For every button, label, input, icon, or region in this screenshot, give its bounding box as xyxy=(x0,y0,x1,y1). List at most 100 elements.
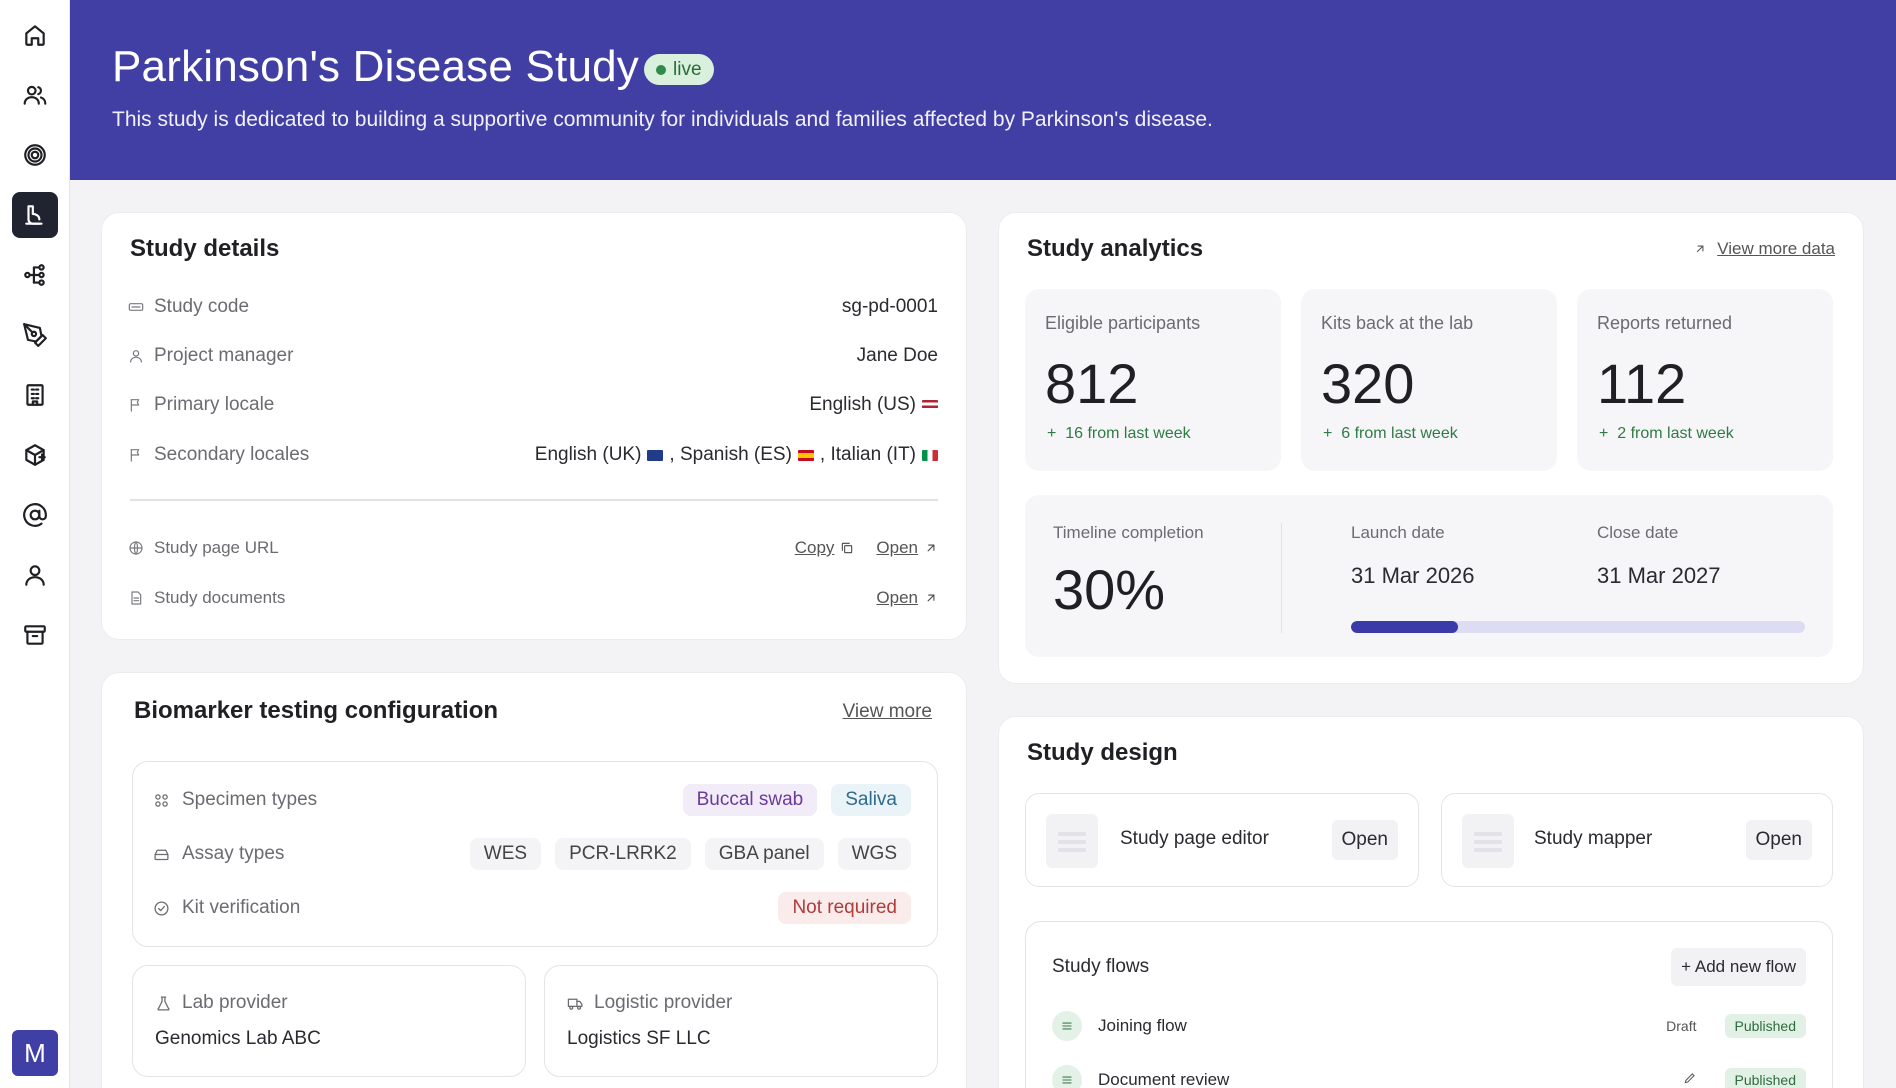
assay-types-label: Assay types xyxy=(182,843,285,864)
open-url-button[interactable]: Open xyxy=(876,538,938,558)
detail-row-study-code: Study code sg-pd-0001 xyxy=(128,292,938,322)
stat-delta: + 6 from last week xyxy=(1323,425,1458,442)
open-label: Open xyxy=(876,538,918,557)
sidebar-item-archive[interactable] xyxy=(12,612,58,658)
sidebar-item-design[interactable] xyxy=(12,312,58,358)
mapper-thumbnail-icon xyxy=(1462,814,1514,868)
biomarker-view-more-link[interactable]: View more xyxy=(843,701,932,723)
kit-verification-row: Kit verification Not required xyxy=(153,890,911,926)
close-date-label: Close date xyxy=(1597,523,1679,542)
flag-icon xyxy=(130,399,140,412)
stat-label: Reports returned xyxy=(1597,313,1733,333)
archive-icon xyxy=(24,625,46,645)
copy-icon xyxy=(842,542,853,554)
detail-label: Study page URL xyxy=(154,538,279,557)
tool-name: Study mapper xyxy=(1534,828,1653,849)
stat-card-eligible: Eligible participants 812 + 16 from last… xyxy=(1025,289,1281,471)
stat-label: Eligible participants xyxy=(1045,313,1201,333)
keyboard-icon xyxy=(128,303,144,311)
specimen-chip: Buccal swab xyxy=(682,784,818,816)
stat-label: Kits back at the lab xyxy=(1321,313,1474,333)
copy-url-button[interactable]: Copy xyxy=(795,538,855,558)
open-page-editor-button[interactable]: Open xyxy=(1331,820,1398,860)
sidebar-item-study[interactable] xyxy=(12,192,58,238)
sidebar: M xyxy=(0,0,70,1088)
sidebar-item-targets[interactable] xyxy=(12,132,58,178)
detail-label: Secondary locales xyxy=(154,444,310,465)
sidebar-item-users[interactable] xyxy=(12,72,58,118)
assay-icon xyxy=(154,849,169,860)
assay-chip: GBA panel xyxy=(704,838,824,870)
list-icon xyxy=(1052,1065,1082,1088)
sidebar-item-home[interactable] xyxy=(12,12,58,58)
kit-verification-chip: Not required xyxy=(778,892,911,924)
detail-row-documents: Study documents Open xyxy=(128,583,938,613)
study-details-title: Study details xyxy=(130,235,280,262)
view-more-data-link[interactable]: View more data xyxy=(1693,239,1835,259)
launch-date-label: Launch date xyxy=(1351,523,1445,542)
building-icon xyxy=(26,384,44,406)
study-analytics-title: Study analytics xyxy=(1027,235,1204,262)
study-flows-box: Study flows + Add new flow Joining flow … xyxy=(1025,921,1833,1088)
published-badge: Published xyxy=(1724,1068,1806,1088)
close-date-value: 31 Mar 2027 xyxy=(1597,563,1721,588)
detail-row-page-url: Study page URL Copy Open xyxy=(128,533,938,563)
study-code-value: sg-pd-0001 xyxy=(841,296,938,317)
timeline-label: Timeline completion xyxy=(1053,523,1204,542)
stat-value: 812 xyxy=(1045,352,1139,415)
biomarker-title: Biomarker testing configuration xyxy=(134,697,499,724)
detail-row-secondary-locales: Secondary locales English (UK) , Spanish… xyxy=(128,440,938,470)
tool-name: Study page editor xyxy=(1120,828,1269,849)
open-mapper-button[interactable]: Open xyxy=(1745,820,1812,860)
tool-card-mapper[interactable]: Study mapper Open xyxy=(1441,793,1833,887)
logistic-provider-label: Logistic provider xyxy=(594,992,733,1013)
sidebar-item-organizations[interactable] xyxy=(12,372,58,418)
it-flag-icon xyxy=(922,449,938,461)
specimen-chip: Saliva xyxy=(831,784,911,816)
detail-label: Project manager xyxy=(154,345,294,366)
detail-row-project-manager: Project manager Jane Doe xyxy=(128,341,938,371)
view-more-data-label: View more data xyxy=(1717,239,1835,258)
lab-provider-value: Genomics Lab ABC xyxy=(155,1028,321,1049)
logistic-provider-box: Logistic provider Logistics SF LLC xyxy=(544,965,938,1077)
globe-icon xyxy=(129,541,143,555)
specimen-types-label: Specimen types xyxy=(182,789,318,810)
detail-row-primary-locale: Primary locale English (US) xyxy=(128,390,938,420)
tool-card-page-editor[interactable]: Study page editor Open xyxy=(1025,793,1419,887)
assay-chip: WGS xyxy=(837,838,911,870)
locale-text: , Spanish (ES) xyxy=(669,444,792,465)
flow-row[interactable]: Joining flow Draft Published xyxy=(1052,1010,1806,1042)
avatar[interactable]: M xyxy=(12,1030,58,1076)
add-new-flow-button[interactable]: + Add new flow xyxy=(1671,948,1806,986)
page-title: Parkinson's Disease Study xyxy=(112,42,639,91)
stat-delta: + 16 from last week xyxy=(1047,425,1191,442)
pencil-icon[interactable] xyxy=(1683,1071,1697,1088)
flow-name: Document review xyxy=(1098,1070,1230,1088)
secondary-locales-value: English (UK) , Spanish (ES) , Italian (I… xyxy=(535,444,938,466)
sidebar-item-flows[interactable] xyxy=(12,252,58,298)
timeline-separator xyxy=(1281,523,1282,633)
timeline-progress-fill xyxy=(1351,621,1458,633)
flow-row[interactable]: Document review Published xyxy=(1052,1064,1806,1088)
sidebar-item-communications[interactable] xyxy=(12,492,58,538)
biomarker-card: Biomarker testing configuration View mor… xyxy=(101,672,967,1088)
open-documents-button[interactable]: Open xyxy=(876,588,938,608)
study-details-card: Study details Study code sg-pd-0001 Proj… xyxy=(101,212,967,640)
locale-text: , Italian (IT) xyxy=(819,444,916,465)
package-icon xyxy=(25,444,46,466)
arrow-up-right-icon xyxy=(1696,245,1704,253)
copy-label: Copy xyxy=(794,538,835,557)
status-badge: live xyxy=(644,54,714,85)
lab-provider-box: Lab provider Genomics Lab ABC xyxy=(132,965,526,1077)
sidebar-item-profile[interactable] xyxy=(12,552,58,598)
assay-chip: PCR-LRRK2 xyxy=(555,838,691,870)
sidebar-item-kits[interactable] xyxy=(12,432,58,478)
users-icon xyxy=(23,85,47,105)
specimen-types-row: Specimen types Buccal swab Saliva xyxy=(153,782,911,818)
arrow-up-right-icon xyxy=(927,594,935,602)
user-icon xyxy=(130,350,142,363)
stat-value: 112 xyxy=(1597,352,1687,415)
launch-date-value: 31 Mar 2026 xyxy=(1351,563,1475,588)
study-description: This study is dedicated to building a su… xyxy=(112,108,1213,131)
logistic-provider-value: Logistics SF LLC xyxy=(567,1028,711,1049)
